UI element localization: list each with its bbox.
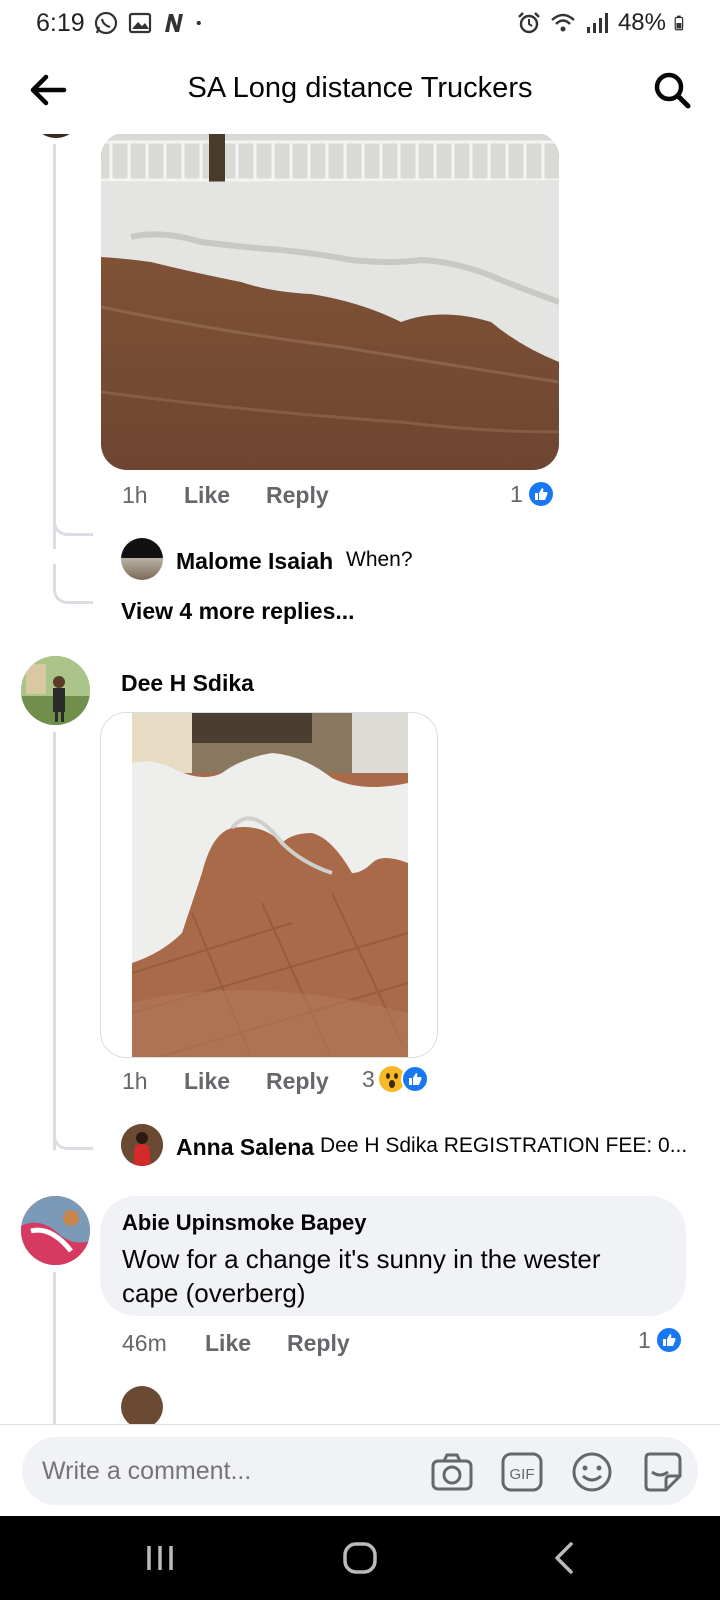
- avatar[interactable]: [21, 1196, 90, 1265]
- like-reaction-icon: [400, 1065, 429, 1093]
- reply-text: Dee H Sdika REGISTRATION FEE: 0...: [320, 1134, 688, 1157]
- avatar[interactable]: [21, 656, 90, 725]
- comment-time: 1h: [122, 482, 148, 508]
- thread-connector: [53, 564, 93, 604]
- comment-bubble[interactable]: Abie Upinsmoke Bapey Wow for a change it…: [100, 1196, 686, 1316]
- status-time: 6:19: [36, 9, 85, 37]
- view-more-replies[interactable]: View 4 more replies...: [121, 598, 355, 625]
- reaction-summary[interactable]: 3: [362, 1064, 429, 1094]
- camera-icon[interactable]: [430, 1450, 474, 1494]
- like-reaction-icon: [654, 1326, 683, 1354]
- comment-actions: 46m Like Reply: [122, 1330, 350, 1357]
- reply-button[interactable]: Reply: [266, 1068, 329, 1095]
- avatar[interactable]: [121, 1124, 163, 1166]
- reaction-summary[interactable]: 1: [510, 480, 555, 508]
- reply-author[interactable]: Malome Isaiah: [176, 548, 333, 575]
- thread-line: [53, 1272, 56, 1424]
- reaction-summary[interactable]: 1: [638, 1326, 683, 1354]
- comment-thread: 1h Like Reply 1 Malome Isaiah When? View…: [0, 134, 720, 1424]
- avatar[interactable]: [36, 134, 76, 138]
- composer-icons: GIF: [430, 1450, 684, 1494]
- whatsapp-icon: [94, 11, 118, 35]
- comment-time: 1h: [122, 1068, 148, 1094]
- n-app-icon: [165, 14, 183, 32]
- home-icon[interactable]: [340, 1538, 380, 1578]
- svg-text:GIF: GIF: [510, 1466, 535, 1483]
- reaction-count: 3: [362, 1065, 375, 1092]
- comment-text: Wow for a change it's sunny in the weste…: [122, 1244, 601, 1308]
- system-icons: 48%: [516, 9, 690, 37]
- emoji-icon[interactable]: [570, 1450, 614, 1494]
- comment-author[interactable]: Abie Upinsmoke Bapey: [122, 1210, 664, 1236]
- thread-connector: [53, 514, 93, 536]
- group-header: SA Long distance Truckers: [0, 46, 720, 134]
- dot-icon: [196, 20, 201, 26]
- like-button[interactable]: Like: [205, 1330, 287, 1357]
- like-button[interactable]: Like: [184, 482, 266, 509]
- reaction-count: 1: [510, 480, 523, 507]
- comment-photo[interactable]: [101, 134, 559, 470]
- recent-apps-icon[interactable]: [140, 1538, 180, 1578]
- comment-photo[interactable]: [100, 712, 438, 1058]
- signal-icon: [586, 13, 608, 33]
- battery-percent: 48%: [617, 9, 666, 36]
- comment-author[interactable]: Dee H Sdika: [121, 670, 254, 697]
- reply-button[interactable]: Reply: [287, 1330, 350, 1357]
- comment-composer-bar: GIF: [0, 1424, 720, 1516]
- alarm-icon: [518, 12, 540, 34]
- page-title: SA Long distance Truckers: [187, 72, 533, 104]
- avatar[interactable]: [121, 538, 163, 580]
- notification-icons: [93, 10, 209, 36]
- reply-button[interactable]: Reply: [266, 482, 329, 509]
- comment-actions: 1h Like Reply: [122, 1068, 329, 1095]
- back-nav-icon[interactable]: [545, 1538, 585, 1578]
- sticker-icon[interactable]: [640, 1450, 684, 1494]
- gif-icon[interactable]: GIF: [500, 1450, 544, 1494]
- comment-composer[interactable]: GIF: [22, 1437, 698, 1505]
- gallery-icon: [128, 12, 152, 34]
- thread-connector: [53, 1124, 93, 1150]
- like-reaction-icon: [526, 480, 555, 508]
- reaction-count: 1: [638, 1326, 651, 1353]
- battery-icon: [674, 15, 684, 31]
- avatar[interactable]: [121, 1386, 163, 1424]
- reply-author[interactable]: Anna Salena: [176, 1134, 314, 1161]
- wifi-icon: [551, 13, 575, 32]
- system-nav-bar: [0, 1516, 720, 1600]
- like-button[interactable]: Like: [184, 1068, 266, 1095]
- reply-text: When?: [346, 548, 413, 571]
- thread-line: [53, 732, 56, 1150]
- search-icon[interactable]: [650, 68, 694, 112]
- status-bar: 6:19 48%: [0, 0, 720, 46]
- comment-actions: 1h Like Reply: [122, 482, 329, 509]
- thread-line: [53, 144, 56, 549]
- comment-input[interactable]: [42, 1437, 402, 1505]
- comment-time: 46m: [122, 1330, 167, 1356]
